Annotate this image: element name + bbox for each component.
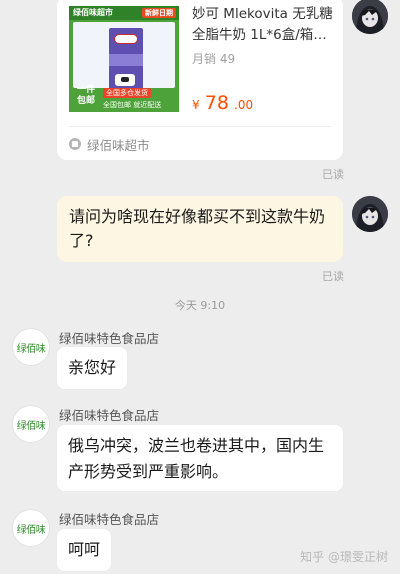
- price-decimal: .00: [234, 98, 254, 112]
- shop-name: 绿佰味特色食品店: [59, 512, 160, 527]
- warehouse-chip: 全国多仓发货: [103, 88, 151, 98]
- product-price: ¥ 78 .00: [192, 92, 253, 114]
- chat-screen: 绿佰味超市 新鲜日期 一件 包邮 全国多仓发货 全国包邮 就近配送 妙可 Mle…: [0, 0, 400, 574]
- store-name: 绿佰味超市: [87, 137, 150, 153]
- card-divider: [69, 126, 331, 127]
- read-status: 已读: [322, 270, 344, 283]
- free-shipping-line1: 一件: [76, 85, 95, 95]
- image-bottom-text: 全国包邮 就近配送: [103, 101, 162, 109]
- product-card[interactable]: 绿佰味超市 新鲜日期 一件 包邮 全国多仓发货 全国包邮 就近配送 妙可 Mle…: [57, 0, 343, 160]
- shop-message-bubble[interactable]: 俄乌冲突，波兰也卷进其中，国内生产形势受到严重影响。: [57, 425, 343, 491]
- store-icon: [69, 138, 81, 150]
- user-avatar[interactable]: [352, 0, 388, 34]
- shop-name: 绿佰味特色食品店: [59, 408, 160, 423]
- shop-message-bubble[interactable]: 呵呵: [57, 529, 112, 571]
- shop-avatar[interactable]: 绿佰味: [12, 509, 50, 547]
- free-shipping-badge: 一件 包邮: [71, 85, 101, 109]
- user-avatar[interactable]: [352, 196, 388, 232]
- image-date-tag: 新鲜日期: [142, 8, 176, 18]
- read-status: 已读: [322, 168, 344, 181]
- shop-avatar[interactable]: 绿佰味: [12, 405, 50, 443]
- shop-name: 绿佰味特色食品店: [59, 331, 160, 346]
- shop-message-bubble[interactable]: 亲您好: [57, 347, 128, 389]
- shop-avatar[interactable]: 绿佰味: [12, 328, 50, 366]
- milk-carton: [109, 28, 143, 92]
- cow-illustration: [115, 74, 135, 86]
- image-store-banner: 绿佰味超市 新鲜日期: [69, 6, 179, 20]
- user-message-bubble[interactable]: 请问为啥现在好像都买不到这款牛奶了?: [57, 196, 343, 262]
- store-link[interactable]: 绿佰味超市: [69, 135, 150, 153]
- watermark: 知乎 @璟雯正树: [300, 550, 388, 564]
- image-product-area: [73, 22, 175, 92]
- chat-timestamp: 今天 9:10: [174, 299, 226, 312]
- milk-carton-strip: [109, 54, 143, 66]
- product-image[interactable]: 绿佰味超市 新鲜日期 一件 包邮 全国多仓发货 全国包邮 就近配送: [69, 6, 179, 112]
- image-store-banner-text: 绿佰味超市: [73, 8, 113, 17]
- product-title[interactable]: 妙可 Mlekovita 无乳糖全脂牛奶 1L*6盒/箱装 进口: [192, 4, 337, 46]
- free-shipping-line2: 包邮: [76, 96, 95, 106]
- product-sales: 月销 49: [192, 52, 236, 66]
- price-integer: 78: [204, 92, 229, 114]
- price-currency: ¥: [192, 98, 200, 112]
- milk-brand-logo: [114, 34, 138, 44]
